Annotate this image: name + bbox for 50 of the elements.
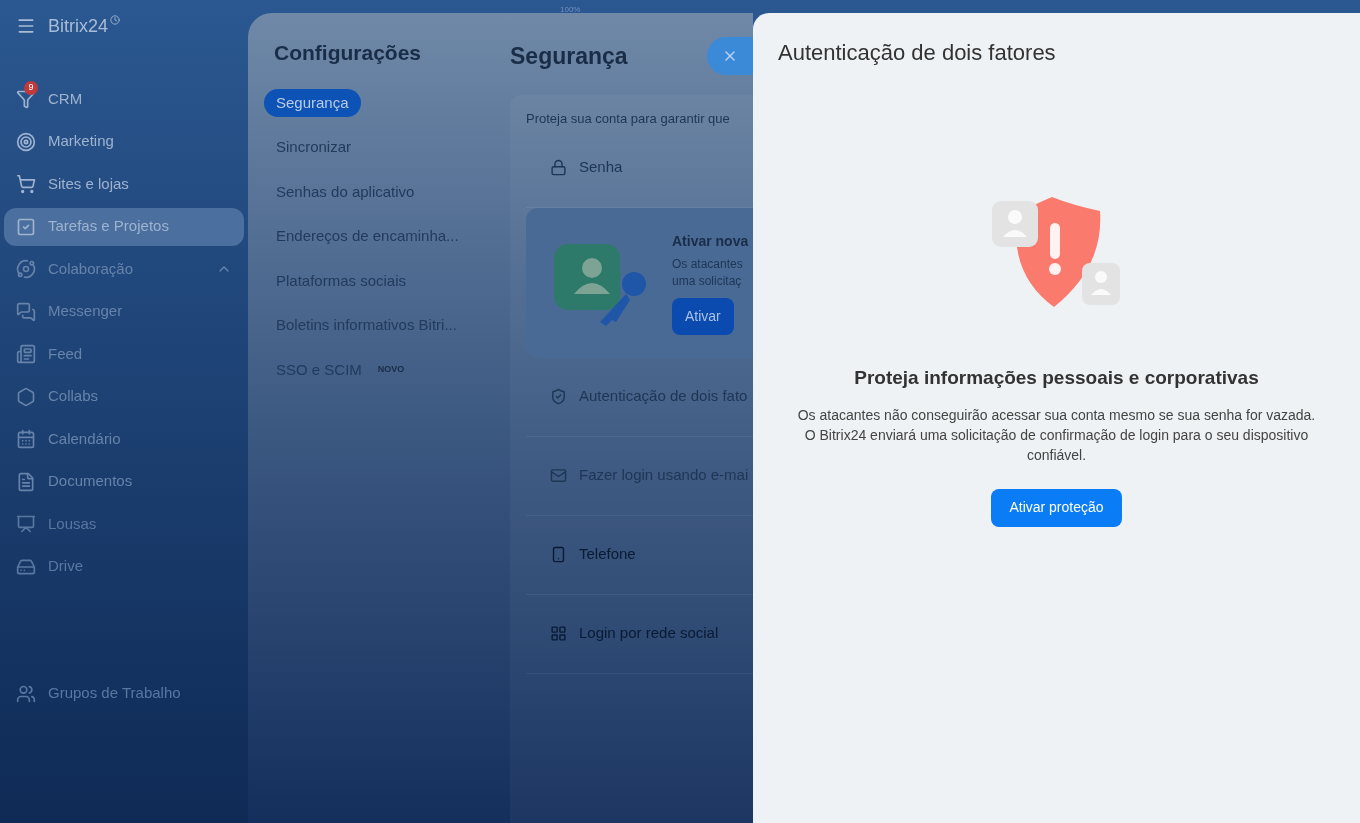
settings-nav-item[interactable]: Segurança [264, 88, 361, 117]
sidebar-item[interactable]: Collabs [4, 377, 244, 416]
sidebar-item[interactable]: Documentos [4, 462, 244, 501]
panel-heading: Proteja informações pessoais e corporativas [854, 366, 1259, 390]
chat-icon [16, 301, 36, 322]
board-icon [16, 514, 36, 534]
document-icon [16, 471, 36, 492]
zoom-indicator: 100% [560, 4, 581, 16]
shield-icon [550, 388, 567, 405]
menu-icon[interactable] [16, 16, 36, 36]
checkbox-icon [16, 216, 36, 237]
sidebar-item[interactable]: Calendário [4, 420, 244, 458]
sidebar-item[interactable]: Lousas [4, 505, 244, 543]
sidebar-item[interactable]: Tarefas e Projetos [4, 207, 244, 246]
settings-nav-item[interactable]: Endereços de encaminha... [264, 222, 471, 251]
mail-icon [550, 467, 567, 484]
section-title: Segurança [510, 41, 628, 71]
intro-text: Proteja sua conta para garantir que [526, 110, 731, 128]
people-icon [16, 683, 36, 704]
calendar-icon [16, 429, 36, 449]
promo-text: Os atacantes uma solicitaç [672, 255, 744, 290]
sidebar-item[interactable]: 9 CRM [4, 80, 244, 118]
sidebar-item[interactable]: Sites e lojas [4, 165, 244, 203]
phone-icon [550, 546, 567, 563]
clock-icon [110, 14, 121, 25]
settings-title: Configurações [273, 40, 423, 66]
target-icon [16, 131, 36, 152]
promo-title: Ativar nova [672, 231, 750, 251]
logo[interactable]: Bitrix24 [48, 12, 121, 40]
funnel-icon [16, 89, 36, 109]
hexagon-icon [16, 386, 36, 407]
cart-icon [16, 174, 36, 194]
sidebar-item[interactable]: Messenger [4, 292, 244, 331]
new-label: NOVO [377, 363, 405, 376]
settings-nav-item[interactable]: Sincronizar [264, 133, 364, 162]
activate-button[interactable]: Ativar [672, 297, 734, 335]
activate-protection-button[interactable]: Ativar proteção [991, 488, 1122, 527]
panel-description: Os atacantes não conseguirão acessar sua conta mesmo se sua senha for vazada. O Bitrix24 enviará uma solicitação de confirmação de login para o seu dispositivo confiável. [796, 405, 1317, 465]
lock-icon [550, 159, 567, 176]
sidebar-item[interactable]: Colaboração [4, 250, 244, 288]
newspaper-icon [16, 344, 36, 364]
panel-title: Autenticação de dois fatores [777, 39, 1056, 67]
grid-icon [550, 625, 567, 642]
sidebar-item[interactable]: Feed [4, 335, 244, 373]
notification-badge: 9 [24, 81, 38, 95]
sidebar-item[interactable]: Marketing [4, 122, 244, 161]
settings-nav-item[interactable]: Senhas do aplicativo [264, 177, 427, 206]
sidebar-item[interactable]: Grupos de Trabalho [4, 674, 244, 713]
sidebar-item[interactable]: Drive [4, 547, 244, 586]
orbit-icon [16, 259, 36, 279]
